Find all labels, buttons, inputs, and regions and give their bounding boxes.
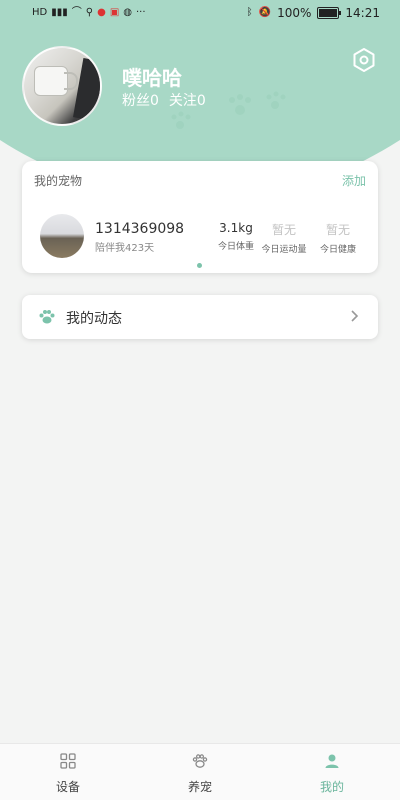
stat-exercise-label: 今日运动量 (261, 245, 307, 255)
person-icon (325, 754, 339, 768)
my-pets-title: 我的宠物 (34, 174, 83, 188)
signal-icon: ▮▮▮ (51, 7, 68, 18)
battery-percent: 100% (277, 6, 312, 20)
weibo-icon: ● (97, 7, 106, 18)
nav-item-me[interactable]: 我的 (292, 752, 372, 795)
avatar[interactable] (22, 46, 102, 126)
stat-exercise: 暂无 今日运动量 (258, 221, 310, 255)
nav-item-pets[interactable]: 养宠 (160, 752, 240, 795)
paw-outline-icon (192, 754, 208, 768)
username: 噗哈哈 (122, 66, 182, 90)
following-count[interactable]: 关注0 (169, 90, 206, 110)
stat-weight-value: 3.1kg (219, 221, 253, 235)
bottom-nav: 设备 养宠 我的 (0, 743, 400, 800)
stat-health-label: 今日健康 (319, 245, 356, 255)
pet-avatar[interactable] (40, 214, 84, 258)
avatar-mug-shape (34, 66, 68, 96)
add-pet-button[interactable]: 添加 (342, 172, 366, 189)
stat-weight: 3.1kg 今日体重 (210, 221, 262, 252)
chevron-right-icon (351, 310, 359, 322)
nav-label-me: 我的 (319, 780, 344, 794)
avatar-mug-handle (64, 72, 78, 90)
my-activity-label: 我的动态 (66, 311, 122, 327)
wifi-icon: ⌒ (71, 7, 82, 18)
chat-icon: ◍ (123, 7, 132, 18)
avatar-dark-object (73, 58, 100, 122)
stat-weight-label: 今日体重 (217, 242, 254, 252)
usb-icon: ⚲ (85, 7, 94, 18)
stat-health-value: 暂无 (325, 223, 350, 237)
nav-item-devices[interactable]: 设备 (28, 752, 108, 795)
mute-icon: 🔕 (258, 7, 272, 18)
stat-exercise-value: 暂无 (271, 223, 296, 237)
nav-label-pets: 养宠 (187, 780, 212, 794)
bluetooth-icon: ᛒ (246, 7, 253, 18)
battery-icon (317, 7, 342, 19)
battery-level (319, 9, 338, 17)
paw-icon (39, 310, 55, 324)
pet-name[interactable]: 1314369098 (95, 221, 184, 237)
status-left-icons: HD ▮▮▮ ⌒ ⚲ ● ▣ ◍ ··· (32, 7, 146, 19)
carousel-indicator (197, 263, 202, 268)
more-icon: ··· (136, 7, 146, 18)
follow-stats: 粉丝0 关注0 (122, 90, 206, 110)
settings-icon (353, 48, 375, 72)
grid-icon (60, 753, 76, 769)
app-icon: ▣ (109, 7, 120, 18)
nav-label-devices: 设备 (55, 780, 80, 794)
fans-count[interactable]: 粉丝0 (122, 90, 159, 110)
my-pets-card: 我的宠物 添加 1314369098 陪伴我423天 3.1kg 今日体重 暂无… (22, 161, 378, 273)
pet-companion-days: 陪伴我423天 (95, 243, 155, 254)
status-bar: HD ▮▮▮ ⌒ ⚲ ● ▣ ◍ ··· ᛒ 🔕 100% 14:21 (0, 0, 400, 28)
settings-button[interactable] (350, 46, 378, 74)
my-activity-row[interactable]: 我的动态 (22, 295, 378, 339)
stat-health: 暂无 今日健康 (312, 221, 364, 255)
status-time: 14:21 (345, 6, 380, 20)
status-right-icons: ᛒ 🔕 100% 14:21 (247, 6, 380, 20)
hd-icon: HD (32, 7, 48, 18)
